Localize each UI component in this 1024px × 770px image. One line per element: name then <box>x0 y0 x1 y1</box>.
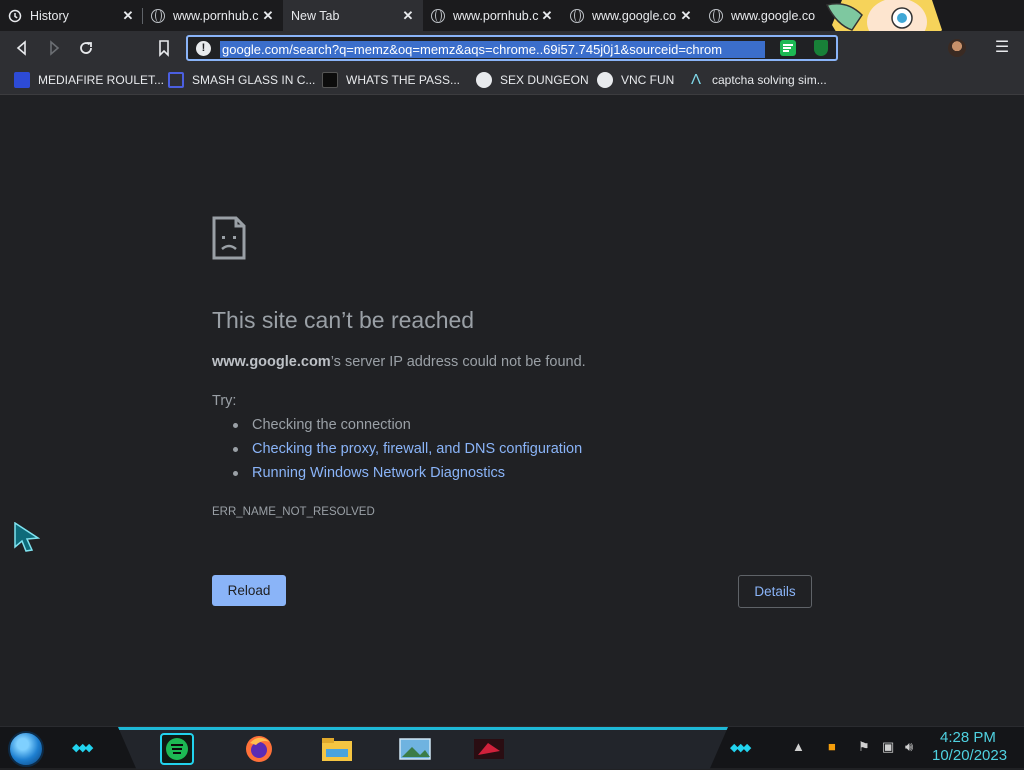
mouse-cursor-icon <box>14 522 40 552</box>
photos-taskbar-icon[interactable] <box>398 733 432 765</box>
history-icon <box>8 9 22 22</box>
mediafire-icon <box>14 72 30 88</box>
forward-icon[interactable] <box>44 38 64 58</box>
bookmark-sex-dungeon[interactable]: SEX DUNGEON <box>476 71 589 89</box>
tab-label: www.pornhub.c <box>453 8 539 23</box>
spotify-taskbar-icon[interactable] <box>160 733 194 765</box>
address-bar[interactable]: ! google.com/search?q=memz&oq=memz&aqs=c… <box>186 35 838 61</box>
tab-label: History <box>30 8 69 23</box>
bookmark-whats-the-pass[interactable]: WHATS THE PASS... <box>322 71 460 89</box>
bookmark-label: captcha solving sim... <box>712 73 827 87</box>
back-icon[interactable] <box>12 38 32 58</box>
steam-icon <box>597 72 613 88</box>
taskbar: ◆◆◆ ◆◆◆ ▲ ■ ⚑ ▣ 🔊︎ 4:28 PM 10/20/2023 <box>0 726 1024 769</box>
file-explorer-taskbar-icon[interactable] <box>320 733 354 765</box>
error-page: This site can’t be reached www.google.co… <box>0 96 1024 726</box>
suggestion-network-diagnostics-link[interactable]: Running Windows Network Diagnostics <box>252 465 505 481</box>
tab-pornhub-1[interactable]: www.pornhub.c ✕ <box>143 0 283 31</box>
profile-avatar[interactable] <box>948 39 966 57</box>
close-icon[interactable]: ✕ <box>261 8 275 24</box>
bookmark-label: VNC FUN <box>621 73 675 87</box>
tab-new-tab[interactable]: New Tab ✕ <box>283 0 423 31</box>
suggestion-check-connection: Checking the connection <box>252 417 411 433</box>
suggestion-proxy-firewall-dns-link[interactable]: Checking the proxy, firewall, and DNS co… <box>252 441 582 457</box>
reload-icon[interactable] <box>76 38 96 58</box>
tab-history[interactable]: History ✕ <box>0 0 143 31</box>
shield-extension-icon[interactable] <box>814 40 828 56</box>
bookmark-label: SEX DUNGEON <box>500 73 589 87</box>
browser-toolbar: ! google.com/search?q=memz&oq=memz&aqs=c… <box>0 31 1024 65</box>
info-icon[interactable]: ! <box>196 41 211 56</box>
error-host: www.google.com <box>212 354 331 370</box>
bookmark-label: SMASH GLASS IN C... <box>192 73 316 87</box>
globe-icon <box>431 8 445 23</box>
error-title: This site can’t be reached <box>212 307 475 333</box>
bookmark-label: WHATS THE PASS... <box>346 73 461 87</box>
error-description: www.google.com’s server IP address could… <box>212 354 586 370</box>
firefox-taskbar-icon[interactable] <box>242 733 276 765</box>
sad-document-icon <box>212 216 246 260</box>
bookmark-vnc-fun[interactable]: VNC FUN <box>597 71 674 89</box>
reload-button[interactable]: Reload <box>212 575 286 606</box>
try-label: Try: <box>212 393 237 409</box>
game-taskbar-icon[interactable] <box>472 733 506 765</box>
bullet <box>233 423 238 428</box>
tab-google-1[interactable]: www.google.co ✕ <box>562 0 701 31</box>
globe-icon <box>709 8 723 23</box>
bookmark-captcha-solving[interactable]: Λ captcha solving sim... <box>688 71 827 89</box>
tab-strip: History ✕ www.pornhub.c ✕ New Tab ✕ www.… <box>0 0 1024 62</box>
start-button[interactable] <box>8 731 44 767</box>
bullet <box>233 447 238 452</box>
bookmark-smash-glass[interactable]: SMASH GLASS IN C... <box>168 71 315 89</box>
close-icon[interactable]: ✕ <box>401 8 415 24</box>
close-icon[interactable]: ✕ <box>679 8 693 24</box>
close-icon[interactable]: ✕ <box>121 8 135 24</box>
bookmarks-bar: MEDIAFIRE ROULET... SMASH GLASS IN C... … <box>0 65 1024 95</box>
bookmark-icon[interactable] <box>154 38 174 58</box>
sigma-icon <box>168 72 184 88</box>
dark-square-icon <box>322 72 338 88</box>
tab-google-2[interactable]: www.google.co <box>701 0 831 31</box>
tab-label: www.google.co <box>731 8 816 23</box>
bullet <box>233 471 238 476</box>
clock-time[interactable]: 4:28 PM <box>940 729 996 746</box>
menu-icon[interactable]: ☰ <box>992 38 1012 58</box>
action-center-flag-icon[interactable]: ⚑ <box>858 739 870 755</box>
tray-app-icon[interactable]: ■ <box>828 739 836 754</box>
steam-icon <box>476 72 492 88</box>
network-icon[interactable]: ▣ <box>882 739 894 755</box>
close-icon[interactable]: ✕ <box>540 8 554 24</box>
chevron-decoration-icon: ◆◆◆ <box>72 742 93 754</box>
clock-date[interactable]: 10/20/2023 <box>932 747 1007 764</box>
spotify-extension-icon[interactable] <box>780 40 796 56</box>
lambda-icon: Λ <box>690 71 702 88</box>
volume-icon[interactable]: 🔊︎ <box>905 739 913 755</box>
globe-icon <box>151 8 165 23</box>
tab-pornhub-2[interactable]: www.pornhub.c ✕ <box>423 0 562 31</box>
tab-label: www.pornhub.c <box>173 8 259 23</box>
details-button[interactable]: Details <box>738 575 812 608</box>
url-text[interactable]: google.com/search?q=memz&oq=memz&aqs=chr… <box>220 41 765 58</box>
tab-label: New Tab <box>291 8 340 23</box>
chevron-decoration-icon: ◆◆◆ <box>730 742 751 754</box>
error-code: ERR_NAME_NOT_RESOLVED <box>212 506 375 518</box>
tray-expand-icon[interactable]: ▲ <box>792 739 805 754</box>
error-message: ’s server IP address could not be found. <box>330 354 586 370</box>
bookmark-mediafire[interactable]: MEDIAFIRE ROULET... <box>14 71 164 89</box>
tab-label: www.google.co <box>592 8 677 23</box>
bookmark-label: MEDIAFIRE ROULET... <box>38 73 165 87</box>
globe-icon <box>570 8 584 23</box>
